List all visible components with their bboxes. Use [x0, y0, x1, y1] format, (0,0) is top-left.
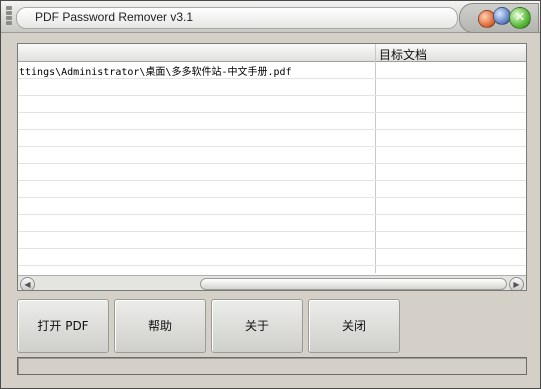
file-list[interactable]: 目标文档 ttings\Administrator\桌面\多多软件站-中文手册.… [17, 43, 527, 291]
help-label: 帮助 [147, 319, 172, 333]
close-icon: ✕ [514, 10, 526, 25]
title-pill: PDF Password Remover v3.1 [16, 7, 458, 29]
row-source-path: ttings\Administrator\桌面\多多软件站-中文手册.pdf [19, 67, 292, 78]
scroll-right-arrow-icon[interactable]: ▶ [509, 277, 524, 290]
close-label: 关闭 [341, 319, 366, 333]
about-button[interactable]: 关于 [211, 299, 303, 353]
help-button[interactable]: 帮助 [114, 299, 206, 353]
table-row-empty [18, 147, 526, 164]
column-header-target[interactable]: 目标文档 [379, 46, 427, 63]
table-row-empty [18, 164, 526, 181]
list-rows: ttings\Administrator\桌面\多多软件站-中文手册.pdf [18, 62, 526, 283]
close-button[interactable]: 关闭 [308, 299, 400, 353]
table-row-empty [18, 181, 526, 198]
table-row-empty [18, 113, 526, 130]
window-controls: ✕ [459, 3, 539, 33]
table-row-empty [18, 79, 526, 96]
table-row-empty [18, 215, 526, 232]
app-window: PDF Password Remover v3.1 ✕ 目标文档 ttings\… [0, 0, 541, 389]
table-row-empty [18, 130, 526, 147]
horizontal-scrollbar[interactable]: ◀ ▶ [18, 275, 526, 290]
status-bar [17, 357, 527, 375]
scroll-thumb[interactable] [200, 278, 507, 290]
scroll-left-arrow-icon[interactable]: ◀ [20, 277, 35, 290]
table-row-empty [18, 198, 526, 215]
table-row-empty [18, 232, 526, 249]
table-row-empty [18, 249, 526, 266]
list-header: 目标文档 [18, 44, 526, 62]
close-window-button[interactable]: ✕ [509, 7, 531, 29]
open-pdf-label: 打开 PDF [37, 319, 89, 333]
table-row[interactable]: ttings\Administrator\桌面\多多软件站-中文手册.pdf [18, 62, 526, 79]
about-label: 关于 [244, 319, 269, 333]
title-bar[interactable]: PDF Password Remover v3.1 ✕ [1, 1, 540, 33]
window-title: PDF Password Remover v3.1 [35, 10, 194, 24]
table-row-empty [18, 96, 526, 113]
open-pdf-button[interactable]: 打开 PDF [17, 299, 109, 353]
grip-handle-icon[interactable] [4, 5, 14, 27]
